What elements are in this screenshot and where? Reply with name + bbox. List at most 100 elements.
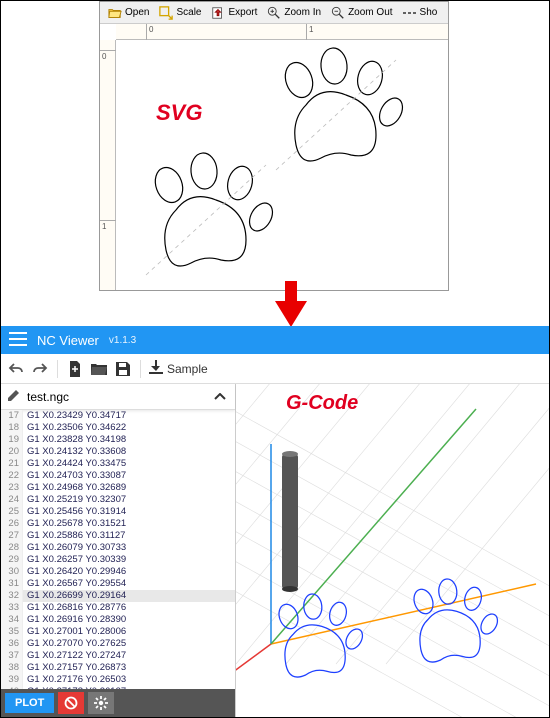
code-row[interactable]: 19G1 X0.23828 Y0.34198 <box>1 434 235 446</box>
file-header[interactable]: test.ngc <box>1 384 235 410</box>
open-label: Open <box>125 7 149 18</box>
code-text: G1 X0.23429 Y0.34717 <box>23 410 126 422</box>
viewport-3d[interactable]: G-Code <box>236 384 549 717</box>
line-number: 37 <box>1 650 23 662</box>
code-row[interactable]: 23G1 X0.24968 Y0.32689 <box>1 482 235 494</box>
code-text: G1 X0.24424 Y0.33475 <box>23 458 126 470</box>
svg-overlay-label: SVG <box>156 100 202 126</box>
grid-3d <box>236 384 549 717</box>
line-number: 21 <box>1 458 23 470</box>
plot-button[interactable]: PLOT <box>5 693 54 713</box>
code-row[interactable]: 17G1 X0.23429 Y0.34717 <box>1 410 235 422</box>
line-number: 35 <box>1 626 23 638</box>
code-row[interactable]: 28G1 X0.26079 Y0.30733 <box>1 542 235 554</box>
code-row[interactable]: 33G1 X0.26816 Y0.28776 <box>1 602 235 614</box>
stop-button[interactable] <box>58 692 84 714</box>
line-number: 17 <box>1 410 23 422</box>
chevron-up-icon[interactable] <box>211 388 229 406</box>
code-row[interactable]: 20G1 X0.24132 Y0.33608 <box>1 446 235 458</box>
gcode-list[interactable]: 17G1 X0.23429 Y0.3471718G1 X0.23506 Y0.3… <box>1 410 235 689</box>
code-text: G1 X0.26816 Y0.28776 <box>23 602 126 614</box>
tool-cylinder <box>282 451 298 592</box>
code-row[interactable]: 35G1 X0.27001 Y0.28006 <box>1 626 235 638</box>
redo-icon[interactable] <box>31 360 49 378</box>
code-text: G1 X0.27070 Y0.27625 <box>23 638 126 650</box>
sample-button[interactable]: Sample <box>149 360 208 377</box>
line-number: 28 <box>1 542 23 554</box>
code-row[interactable]: 22G1 X0.24703 Y0.33087 <box>1 470 235 482</box>
code-row[interactable]: 30G1 X0.26420 Y0.29946 <box>1 566 235 578</box>
code-text: G1 X0.25219 Y0.32307 <box>23 494 126 506</box>
show-label: Sho <box>420 7 438 18</box>
line-number: 19 <box>1 434 23 446</box>
paw-shape[interactable] <box>266 50 406 185</box>
code-row[interactable]: 21G1 X0.24424 Y0.33475 <box>1 458 235 470</box>
code-row[interactable]: 36G1 X0.27070 Y0.27625 <box>1 638 235 650</box>
new-file-icon[interactable] <box>66 360 84 378</box>
bottom-bar: PLOT <box>1 689 235 717</box>
svg-canvas[interactable]: SVG <box>116 40 448 290</box>
code-row[interactable]: 32G1 X0.26699 Y0.29164 <box>1 590 235 602</box>
zoom-in-button[interactable]: Zoom In <box>263 5 325 21</box>
nc-titlebar: NC Viewer v1.1.3 <box>1 326 549 354</box>
nc-viewer-window: NC Viewer v1.1.3 Sample test.ngc 17G1 X0… <box>1 326 549 717</box>
code-row[interactable]: 29G1 X0.26257 Y0.30339 <box>1 554 235 566</box>
line-number: 23 <box>1 482 23 494</box>
code-text: G1 X0.26079 Y0.30733 <box>23 542 126 554</box>
line-number: 32 <box>1 590 23 602</box>
hamburger-menu-icon[interactable] <box>9 332 27 349</box>
code-row[interactable]: 25G1 X0.25456 Y0.31914 <box>1 506 235 518</box>
code-row[interactable]: 34G1 X0.26916 Y0.28390 <box>1 614 235 626</box>
line-number: 27 <box>1 530 23 542</box>
code-row[interactable]: 27G1 X0.25886 Y0.31127 <box>1 530 235 542</box>
code-text: G1 X0.23506 Y0.34622 <box>23 422 126 434</box>
code-text: G1 X0.27157 Y0.26873 <box>23 662 126 674</box>
line-number: 18 <box>1 422 23 434</box>
code-row[interactable]: 39G1 X0.27176 Y0.26503 <box>1 674 235 686</box>
nc-version: v1.1.3 <box>109 335 136 346</box>
undo-icon[interactable] <box>7 360 25 378</box>
export-icon <box>211 6 225 20</box>
open-file-icon[interactable] <box>90 360 108 378</box>
svg-toolbar: Open Scale Export Zoom In Zoom Out <box>100 2 448 24</box>
code-row[interactable]: 26G1 X0.25678 Y0.31521 <box>1 518 235 530</box>
code-text: G1 X0.24132 Y0.33608 <box>23 446 126 458</box>
code-row[interactable]: 18G1 X0.23506 Y0.34622 <box>1 422 235 434</box>
export-button[interactable]: Export <box>207 5 261 21</box>
line-number: 36 <box>1 638 23 650</box>
toolbar-separator <box>57 360 58 378</box>
sample-label: Sample <box>167 362 208 376</box>
code-text: G1 X0.25678 Y0.31521 <box>23 518 126 530</box>
code-row[interactable]: 37G1 X0.27122 Y0.27247 <box>1 650 235 662</box>
code-row[interactable]: 24G1 X0.25219 Y0.32307 <box>1 494 235 506</box>
code-text: G1 X0.26420 Y0.29946 <box>23 566 126 578</box>
line-number: 25 <box>1 506 23 518</box>
nc-body: test.ngc 17G1 X0.23429 Y0.3471718G1 X0.2… <box>1 384 549 717</box>
code-text: G1 X0.27122 Y0.27247 <box>23 650 126 662</box>
dash-icon <box>403 6 417 20</box>
line-number: 26 <box>1 518 23 530</box>
scale-button[interactable]: Scale <box>155 5 205 21</box>
show-button[interactable]: Sho <box>399 5 442 21</box>
code-text: G1 X0.27001 Y0.28006 <box>23 626 126 638</box>
code-row[interactable]: 38G1 X0.27157 Y0.26873 <box>1 662 235 674</box>
save-icon[interactable] <box>114 360 132 378</box>
code-text: G1 X0.24968 Y0.32689 <box>23 482 126 494</box>
settings-button[interactable] <box>88 692 114 714</box>
download-icon <box>149 360 163 377</box>
toolpath-paws <box>276 578 501 677</box>
code-row[interactable]: 31G1 X0.26567 Y0.29554 <box>1 578 235 590</box>
line-number: 20 <box>1 446 23 458</box>
zoom-in-label: Zoom In <box>284 7 321 18</box>
line-number: 22 <box>1 470 23 482</box>
file-name: test.ngc <box>27 390 69 404</box>
ruler-tick-label: 1 <box>102 222 106 231</box>
code-text: G1 X0.26916 Y0.28390 <box>23 614 126 626</box>
paw-shape[interactable] <box>136 155 276 290</box>
code-text: G1 X0.26257 Y0.30339 <box>23 554 126 566</box>
gcode-overlay-label: G-Code <box>286 392 358 415</box>
zoom-out-button[interactable]: Zoom Out <box>327 5 396 21</box>
nc-title: NC Viewer <box>37 333 99 348</box>
open-button[interactable]: Open <box>104 5 153 21</box>
code-text: G1 X0.25886 Y0.31127 <box>23 530 125 542</box>
